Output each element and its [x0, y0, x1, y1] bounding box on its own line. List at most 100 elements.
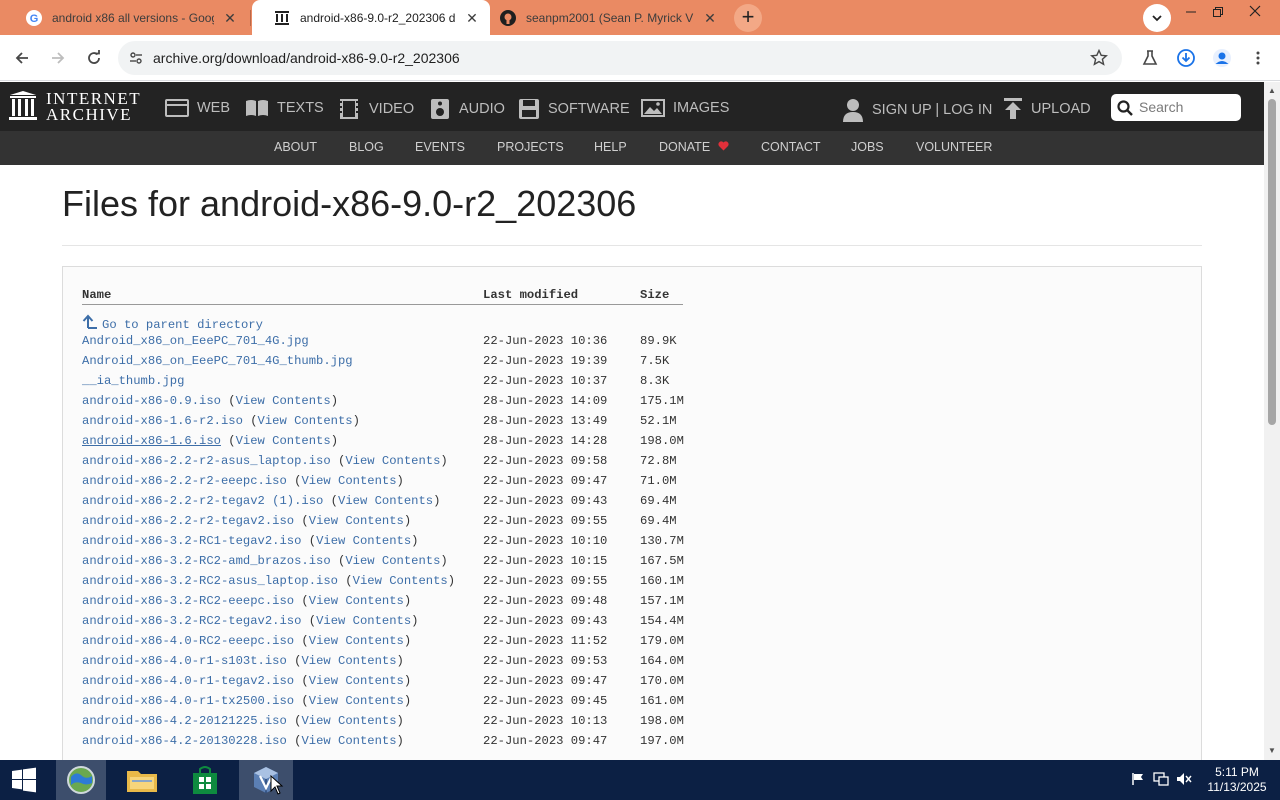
nav-software[interactable]: SOFTWARE [518, 98, 630, 120]
view-contents-link[interactable]: View Contents [345, 554, 440, 568]
file-link[interactable]: android-x86-4.2-20130228.iso [82, 734, 287, 748]
file-link[interactable]: android-x86-3.2-RC2-eeepc.iso [82, 594, 294, 608]
file-link[interactable]: android-x86-3.2-RC2-tegav2.iso [82, 614, 301, 628]
file-link[interactable]: android-x86-4.0-r1-s103t.iso [82, 654, 287, 668]
view-contents-link[interactable]: View Contents [316, 534, 411, 548]
close-window-button[interactable] [1242, 0, 1268, 26]
view-contents-link[interactable]: View Contents [309, 634, 404, 648]
subnav-blog[interactable]: BLOG [349, 140, 384, 154]
new-tab-button[interactable]: + [734, 4, 762, 32]
address-bar[interactable]: archive.org/download/android-x86-9.0-r2_… [118, 41, 1122, 75]
view-contents-link[interactable]: View Contents [236, 434, 331, 448]
table-row: Android_x86_on_EeePC_701_4G.jpg 22-Jun-20… [0, 334, 1264, 354]
file-link[interactable]: android-x86-0.9.iso [82, 394, 221, 408]
internet-archive-logo-icon[interactable] [9, 90, 37, 122]
file-link[interactable]: Android_x86_on_EeePC_701_4G_thumb.jpg [82, 354, 353, 368]
subnav-contact[interactable]: CONTACT [761, 140, 821, 154]
subnav-help[interactable]: HELP [594, 140, 627, 154]
signup-login-link[interactable]: SIGN UP | LOG IN [842, 98, 992, 122]
view-contents-link[interactable]: View Contents [316, 614, 411, 628]
taskbar-virtualbox-app[interactable] [239, 760, 293, 800]
table-row: android-x86-1.6.iso (View Contents) 28-Ju… [0, 434, 1264, 454]
back-button[interactable] [9, 45, 35, 71]
file-link[interactable]: Android_x86_on_EeePC_701_4G.jpg [82, 334, 309, 348]
site-info-icon[interactable] [128, 50, 144, 66]
view-contents-link[interactable]: View Contents [258, 414, 353, 428]
nav-texts[interactable]: TEXTS [245, 98, 324, 118]
start-button[interactable] [0, 760, 48, 800]
file-link[interactable]: android-x86-2.2-r2-asus_laptop.iso [82, 454, 331, 468]
internet-archive-logo-text[interactable]: INTERNET ARCHIVE [46, 90, 141, 123]
tab-search-button[interactable] [1143, 4, 1171, 32]
parent-directory-link[interactable]: Go to parent directory [82, 314, 263, 332]
view-contents-link[interactable]: View Contents [309, 674, 404, 688]
upload-link[interactable]: UPLOAD [1003, 98, 1091, 120]
system-clock[interactable]: 5:11 PM 11/13/2025 [1205, 765, 1269, 795]
menu-button[interactable] [1245, 45, 1271, 71]
nav-audio[interactable]: AUDIO [429, 98, 505, 120]
file-link[interactable]: android-x86-2.2-r2-tegav2.iso [82, 514, 294, 528]
scroll-up-arrow-icon[interactable]: ▲ [1267, 86, 1277, 95]
github-icon [500, 9, 516, 26]
view-contents-link[interactable]: View Contents [353, 574, 448, 588]
downloads-button[interactable] [1173, 45, 1199, 71]
profile-button[interactable] [1209, 45, 1235, 71]
restore-button[interactable] [1205, 0, 1231, 26]
page-scrollbar[interactable]: ▲ ▼ [1264, 82, 1280, 760]
nav-web[interactable]: WEB [165, 98, 230, 118]
file-link[interactable]: android-x86-3.2-RC1-tegav2.iso [82, 534, 301, 548]
close-tab-icon[interactable]: ✕ [222, 10, 238, 26]
forward-button[interactable] [45, 45, 71, 71]
subnav-projects[interactable]: PROJECTS [497, 140, 564, 154]
file-link[interactable]: android-x86-3.2-RC2-asus_laptop.iso [82, 574, 338, 588]
file-cell: android-x86-3.2-RC2-amd_brazos.iso (View… [82, 554, 448, 568]
taskbar-file-explorer[interactable] [118, 760, 166, 800]
reload-button[interactable] [81, 45, 107, 71]
subnav-jobs[interactable]: JOBS [851, 140, 884, 154]
scroll-down-arrow-icon[interactable]: ▼ [1267, 746, 1277, 755]
tab-archive[interactable]: android-x86-9.0-r2_202306 dire ✕ [252, 0, 490, 35]
view-contents-link[interactable]: View Contents [301, 714, 396, 728]
view-contents-link[interactable]: View Contents [309, 514, 404, 528]
minimize-button[interactable] [1178, 0, 1204, 26]
taskbar-chrome-app[interactable] [56, 760, 106, 800]
labs-button[interactable] [1137, 45, 1163, 71]
file-size: 69.4M [640, 514, 677, 528]
action-center-flag-icon[interactable] [1130, 772, 1146, 788]
view-contents-link[interactable]: View Contents [345, 454, 440, 468]
taskbar-store-app[interactable] [181, 760, 229, 800]
network-icon[interactable] [1153, 772, 1169, 788]
view-contents-link[interactable]: View Contents [301, 734, 396, 748]
file-link[interactable]: android-x86-4.0-RC2-eeepc.iso [82, 634, 294, 648]
view-contents-link[interactable]: View Contents [301, 474, 396, 488]
tab-github[interactable]: seanpm2001 (Sean P. Myrick V19. ✕ [478, 0, 728, 35]
file-link[interactable]: android-x86-4.2-20121225.iso [82, 714, 287, 728]
file-link[interactable]: android-x86-4.0-r1-tx2500.iso [82, 694, 294, 708]
file-link[interactable]: android-x86-1.6.iso [82, 434, 221, 448]
file-link[interactable]: android-x86-3.2-RC2-amd_brazos.iso [82, 554, 331, 568]
view-contents-link[interactable]: View Contents [309, 594, 404, 608]
view-contents-link[interactable]: View Contents [309, 694, 404, 708]
file-link[interactable]: __ia_thumb.jpg [82, 374, 184, 388]
file-link[interactable]: android-x86-4.0-r1-tegav2.iso [82, 674, 294, 688]
view-contents-link[interactable]: View Contents [236, 394, 331, 408]
ia-search-box[interactable]: Search [1111, 94, 1241, 121]
clock-date: 11/13/2025 [1207, 780, 1267, 794]
view-contents-link[interactable]: View Contents [301, 654, 396, 668]
nav-images[interactable]: IMAGES [641, 98, 729, 118]
subnav-about[interactable]: ABOUT [274, 140, 317, 154]
subnav-events[interactable]: EVENTS [415, 140, 465, 154]
file-link[interactable]: android-x86-2.2-r2-eeepc.iso [82, 474, 287, 488]
volume-muted-icon[interactable] [1176, 772, 1192, 788]
scrollbar-thumb[interactable] [1268, 99, 1276, 425]
subnav-volunteer[interactable]: VOLUNTEER [916, 140, 992, 154]
view-contents-link[interactable]: View Contents [338, 494, 433, 508]
nav-video[interactable]: VIDEO [337, 98, 414, 120]
close-tab-icon[interactable]: ✕ [702, 10, 718, 26]
tab-google-search[interactable]: G android x86 all versions - Google ✕ [4, 0, 248, 35]
file-link[interactable]: android-x86-2.2-r2-tegav2 (1).iso [82, 494, 323, 508]
file-cell: android-x86-1.6-r2.iso (View Contents) [82, 414, 360, 428]
subnav-donate[interactable]: DONATE [659, 140, 729, 154]
bookmark-star-icon[interactable] [1090, 49, 1108, 67]
file-link[interactable]: android-x86-1.6-r2.iso [82, 414, 243, 428]
